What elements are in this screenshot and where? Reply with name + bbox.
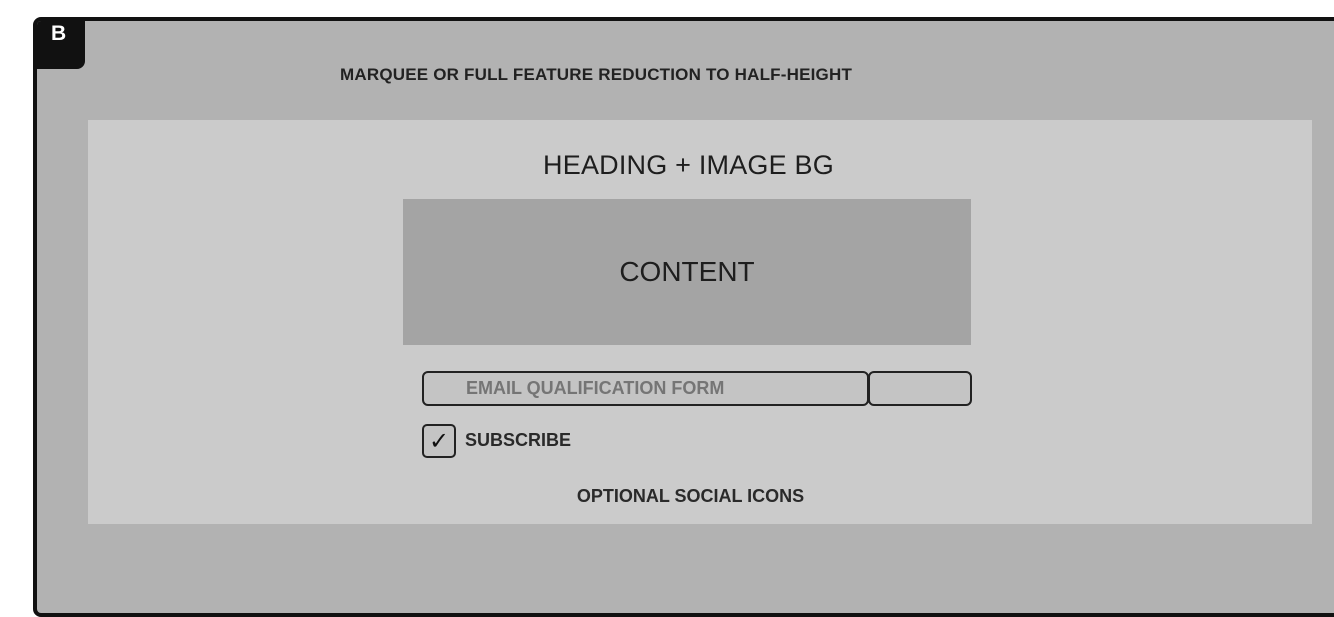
marquee-heading: HEADING + IMAGE BG <box>543 150 834 180</box>
subscribe-label: SUBSCRIBE <box>465 430 572 450</box>
frame-title: MARQUEE OR FULL FEATURE REDUCTION TO HAL… <box>340 65 853 84</box>
email-qualification-input[interactable] <box>422 371 869 406</box>
marquee-panel: HEADING + IMAGE BG CONTENT ✓ SUBSCRIBE O… <box>88 120 1312 524</box>
checkmark-icon: ✓ <box>428 427 450 455</box>
email-submit-button[interactable] <box>868 371 972 406</box>
social-icons-placeholder: OPTIONAL SOCIAL ICONS <box>576 486 805 506</box>
subscribe-checkbox[interactable]: ✓ <box>422 424 456 458</box>
frame-badge: B <box>37 21 85 69</box>
wireframe-frame: B MARQUEE OR FULL FEATURE REDUCTION TO H… <box>33 17 1334 617</box>
content-label: CONTENT <box>619 256 755 287</box>
content-block: CONTENT <box>403 199 971 345</box>
